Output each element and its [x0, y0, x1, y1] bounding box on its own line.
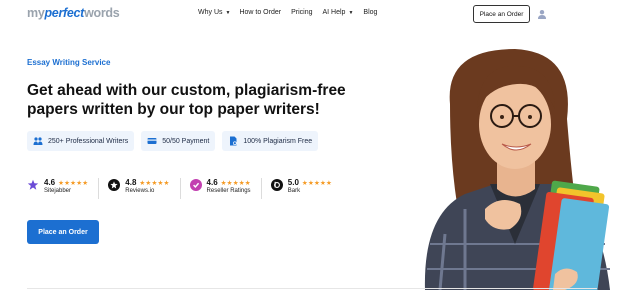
- rating-site-name: Reseller Ratings: [206, 188, 251, 194]
- reviewsio-logo: [108, 179, 121, 191]
- rating-reviewsio[interactable]: 4.8 ★★★★★ Reviews.io: [108, 178, 181, 199]
- chip-writers: 250+ Professional Writers: [27, 131, 135, 151]
- document-icon: [230, 136, 237, 146]
- review-ratings: 4.6 ★★★★★ Sitejabber 4.8 ★★★★★ Reviews.i…: [27, 178, 351, 199]
- nav-item-how-to-order[interactable]: How to Order: [239, 9, 281, 16]
- rating-site-name: Sitejabber: [44, 188, 72, 194]
- header-place-order-button[interactable]: Place an Order: [473, 5, 530, 23]
- chevron-down-icon: ▼: [348, 9, 354, 16]
- logo-part-words: words: [84, 6, 120, 20]
- star-rating-icon: ★★★★★: [58, 179, 89, 187]
- hero-headline: Get ahead with our custom, plagiarism-fr…: [27, 82, 346, 118]
- writers-icon: [33, 137, 43, 145]
- nav-label-why-us: Why Us: [198, 9, 223, 16]
- chip-payment-label: 50/50 Payment: [162, 137, 210, 145]
- bark-logo: [270, 179, 283, 191]
- section-divider: [27, 288, 597, 289]
- rating-bark[interactable]: 5.0 ★★★★★ Bark: [270, 178, 342, 199]
- resellerratings-logo: [189, 179, 202, 191]
- chip-plagiarism-label: 100% Plagiarism Free: [243, 137, 313, 145]
- rating-sitejabber[interactable]: 4.6 ★★★★★ Sitejabber: [27, 178, 100, 199]
- payment-icon: [147, 138, 157, 144]
- logo-part-perfect: perfect: [44, 6, 85, 20]
- nav-label-blog: Blog: [363, 9, 378, 16]
- star-rating-icon: ★★★★★: [301, 179, 333, 187]
- rating-site-name: Reviews.io: [125, 188, 155, 194]
- nav-label-ai-help: AI Help: [322, 9, 346, 16]
- nav-item-blog[interactable]: Blog: [363, 9, 377, 16]
- nav-item-why-us[interactable]: Why Us ▼: [198, 9, 230, 16]
- main-nav: Why Us ▼ How to Order Pricing AI Help ▼ …: [198, 9, 377, 16]
- rating-score: 4.6: [44, 178, 56, 187]
- rating-resellerratings[interactable]: 4.6 ★★★★★ Reseller Ratings: [189, 178, 262, 199]
- hero-place-order-button[interactable]: Place an Order: [27, 220, 99, 244]
- chevron-down-icon: ▼: [225, 9, 231, 16]
- site-logo[interactable]: myperfectwords: [27, 6, 120, 20]
- nav-item-ai-help[interactable]: AI Help ▼: [322, 9, 353, 16]
- student-photo: [424, 49, 610, 290]
- logo-part-my: my: [27, 6, 45, 20]
- star-rating-icon: ★★★★★: [220, 179, 251, 187]
- nav-item-pricing[interactable]: Pricing: [291, 9, 312, 16]
- rating-score: 5.0: [287, 178, 299, 187]
- nav-label-how-to-order: How to Order: [239, 9, 282, 16]
- rating-score: 4.8: [125, 178, 137, 187]
- site-header: myperfectwords Why Us ▼ How to Order Pri…: [0, 0, 624, 30]
- rating-site-name: Bark: [287, 188, 301, 194]
- hero-eyebrow: Essay Writing Service: [27, 58, 111, 67]
- star-rating-icon: ★★★★★: [139, 179, 170, 187]
- nav-label-pricing: Pricing: [291, 9, 313, 16]
- chip-plagiarism: 100% Plagiarism Free: [222, 131, 319, 151]
- chip-payment: 50/50 Payment: [141, 131, 216, 151]
- rating-score: 4.6: [206, 178, 218, 187]
- feature-chips: 250+ Professional Writers 50/50 Payment …: [27, 131, 319, 151]
- sitejabber-logo: [27, 179, 39, 191]
- chip-writers-label: 250+ Professional Writers: [48, 137, 129, 145]
- user-icon[interactable]: [537, 9, 547, 19]
